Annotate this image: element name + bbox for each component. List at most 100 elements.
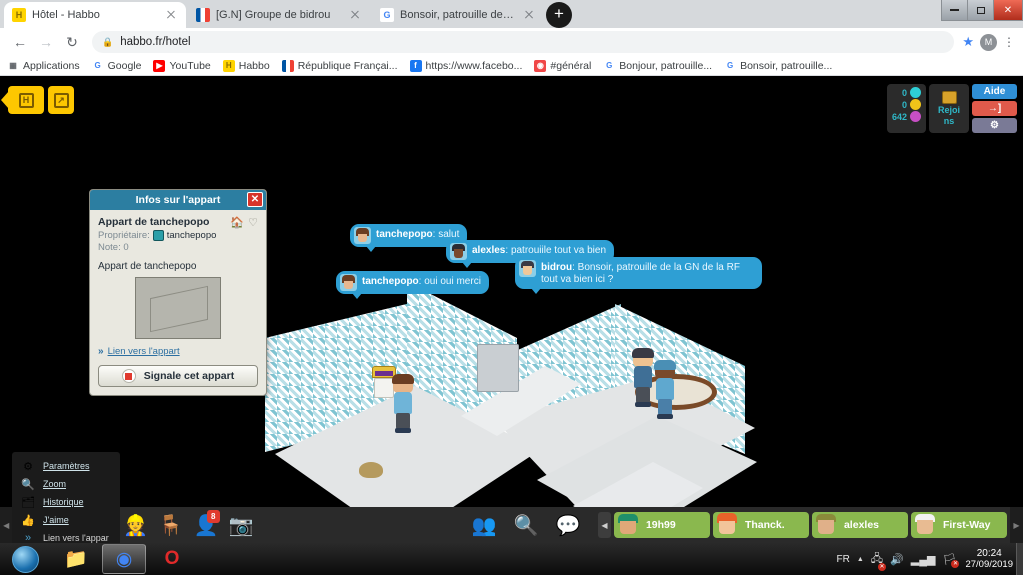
close-icon[interactable] [164,8,178,22]
toolbar-collapse-left[interactable]: ◀ [0,507,13,543]
report-room-button[interactable]: Signale cet appart [98,365,258,387]
camera-icon[interactable]: 📷 [224,509,259,541]
purse-diamonds[interactable]: 0 [892,84,924,101]
signal-icon[interactable]: ▂▄▆ [911,553,936,566]
url-text: habbo.fr/hotel [120,36,191,48]
volume-icon[interactable]: 🔊 [890,553,904,566]
home-icon[interactable]: 🏠 [230,216,244,229]
bookmark-facebook[interactable]: f https://www.facebo... [409,59,522,72]
join-button[interactable]: Rejoi ns [929,84,969,133]
address-bar[interactable]: 🔒 habbo.fr/hotel [92,31,955,53]
facebook-icon: f [409,59,422,72]
settings-button[interactable]: ⚙ [972,118,1017,133]
room-link[interactable]: » Lien vers l'appart [98,346,258,357]
logout-button[interactable]: →] [972,101,1017,116]
diamond-icon [907,84,924,101]
bookmark-star-icon[interactable]: ★ [962,34,974,50]
chevrons-right-icon: » [98,346,104,357]
habbo-home-button[interactable]: H [1,86,44,114]
tray-expand-icon[interactable]: ▲ [857,556,864,563]
bookmark-applications[interactable]: ▦ Applications [7,60,79,72]
kebab-menu-icon[interactable]: ⋮ [1003,36,1015,48]
friend-search-icon[interactable]: 🔍 [506,509,546,541]
browser-tab-1[interactable]: [G.N] Groupe de bidrou [188,2,370,28]
bookmark-bonjour-patrouille[interactable]: G Bonjour, patrouille... [603,59,713,72]
bookmark-republique-francaise[interactable]: République Françai... [281,59,398,72]
join-label-2: ns [943,116,955,126]
friend-chip-2[interactable]: alexles [811,512,908,538]
new-tab-button[interactable]: + [546,2,572,28]
bookmark-label: Bonjour, patrouille... [619,59,713,72]
room-link-label: Lien vers l'appart [107,346,180,357]
pile-furni[interactable] [359,462,383,478]
coin-icon [910,99,921,110]
bookmark-bonsoir-patrouille[interactable]: G Bonsoir, patrouille... [724,59,832,72]
language-indicator[interactable]: FR [837,554,850,565]
show-desktop-button[interactable] [1016,543,1023,575]
chat-text: bidrou: Bonsoir, patrouille de la GN de … [541,262,740,285]
maximize-button[interactable] [967,0,994,21]
favorite-heart-icon[interactable]: ♡ [248,216,258,229]
network-error-icon[interactable]: 🖧 ✕ [871,550,887,571]
bookmark-google[interactable]: G Google [91,59,141,72]
clock[interactable]: 20:24 27/09/2019 [963,548,1013,570]
back-icon[interactable]: ← [8,30,32,54]
taskbar-file-explorer[interactable]: 📁 [54,544,98,574]
fullscreen-button[interactable]: ↗ [48,86,74,114]
avatar [354,227,371,244]
bookmark-general[interactable]: ◉ #général [534,59,591,72]
tab-title: [G.N] Groupe de bidrou [216,9,331,21]
minimize-button[interactable] [941,0,968,21]
room-info-panel[interactable]: Infos sur l'appart ✕ Appart de tanchepop… [89,189,267,396]
builders-club-icon[interactable]: 👷 [118,509,153,541]
ice-cabinet-furni[interactable] [477,344,519,392]
friend-chip-3[interactable]: First-Way [910,512,1007,538]
avatar [340,274,357,291]
prev-arrow-icon[interactable]: ◀ [597,512,611,538]
avatar[interactable]: M [980,33,997,51]
isometric-room-scene[interactable] [255,266,775,543]
browser-tab-0[interactable]: H Hôtel - Habbo [4,2,186,28]
room-thumbnail[interactable] [135,277,221,339]
bookmark-habbo[interactable]: H Habbo [222,59,270,72]
context-item-parametres[interactable]: ⚙ Paramètres [12,457,120,475]
chat-bubble-2[interactable]: bidrou: Bonsoir, patrouille de la GN de … [515,257,762,294]
owner-label: Propriétaire: [98,230,150,241]
start-button[interactable] [0,543,50,575]
context-item-zoom[interactable]: 🔍 Zoom [12,475,120,493]
hud-buttons: Aide →] ⚙ [972,84,1017,133]
help-button[interactable]: Aide [972,84,1017,99]
forward-icon[interactable]: → [34,30,58,54]
reload-icon[interactable]: ↻ [60,30,84,54]
context-item-lien[interactable]: » Lien vers l'appar [12,529,120,543]
close-icon[interactable]: ✕ [247,192,263,207]
purse-credits[interactable]: 0 [892,99,921,110]
context-item-historique[interactable]: 🗂 Historique [12,493,120,511]
browser-tab-2[interactable]: G Bonsoir, patrouille de la GN de la [372,2,544,28]
window-controls: ✕ [941,0,1023,22]
profile-icon[interactable]: 👤 8 [189,509,224,541]
bookmark-youtube[interactable]: ▶ YouTube [153,59,211,72]
close-icon[interactable] [522,8,536,22]
windows-orb-icon [11,545,39,573]
close-window-button[interactable]: ✕ [993,0,1023,21]
toolbar-collapse-right[interactable]: ▶ [1010,507,1023,543]
context-item-jaime[interactable]: 👍 J'aime [12,511,120,529]
chat-bubble-3[interactable]: tanchepopo: oui oui merci [336,271,489,299]
context-item-label: Historique [43,497,84,507]
taskbar-chrome[interactable]: ◉ [102,544,146,574]
friend-bar: ◀ 19h99 Thanck. alexles First-Way ▶ [597,512,1023,538]
friend-chip-0[interactable]: 19h99 [613,512,710,538]
close-icon[interactable] [348,8,362,22]
google-icon: G [603,59,616,72]
game-top-left-buttons: H ↗ [1,86,74,114]
taskbar-opera[interactable]: O [150,544,194,574]
messages-icon[interactable]: 💬 [548,509,588,541]
friends-group-icon[interactable]: 👥 [464,509,504,541]
inventory-icon[interactable]: 🪑 [153,509,188,541]
room-context-menu[interactable]: ⚙ Paramètres 🔍 Zoom 🗂 Historique 👍 J'aim… [12,452,120,543]
friend-chip-1[interactable]: Thanck. [712,512,809,538]
purse-duckets[interactable]: 642 [892,111,921,122]
action-center-icon[interactable]: 🏳 ✕ [942,553,960,568]
habbo-game-viewport[interactable]: H ↗ 0 0 642 Rejoi ns Aide →] ⚙ tanchepop… [0,76,1023,543]
